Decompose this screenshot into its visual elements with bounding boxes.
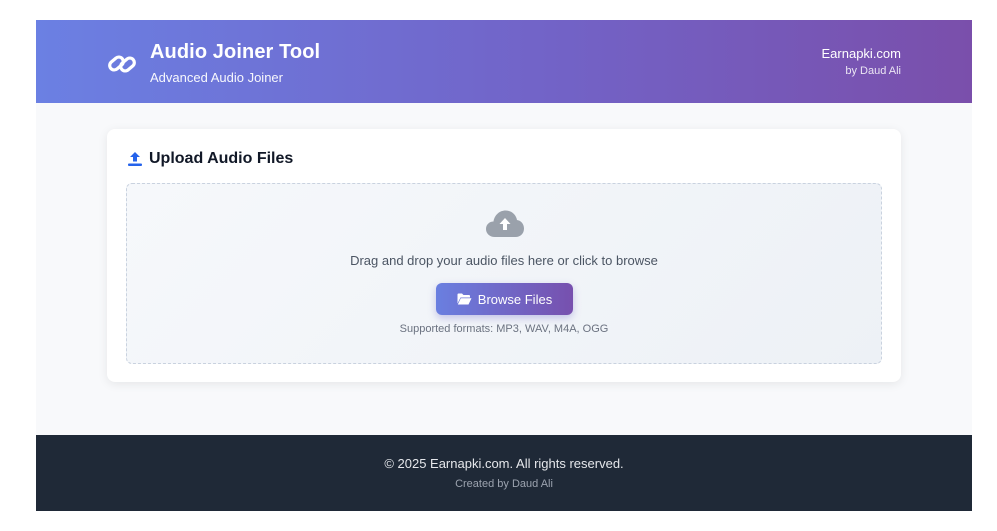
browse-files-button[interactable]: Browse Files	[436, 283, 573, 315]
supported-formats: Supported formats: MP3, WAV, M4A, OGG	[399, 323, 609, 335]
app-frame: Audio Joiner Tool Advanced Audio Joiner …	[36, 20, 972, 511]
drop-zone[interactable]: Drag and drop your audio files here or c…	[126, 183, 882, 364]
drop-instructions: Drag and drop your audio files here or c…	[350, 253, 658, 268]
app-header: Audio Joiner Tool Advanced Audio Joiner …	[36, 20, 972, 103]
brand: Audio Joiner Tool Advanced Audio Joiner	[106, 40, 320, 87]
folder-open-icon	[457, 293, 472, 305]
app-subtitle: Advanced Audio Joiner	[150, 70, 283, 85]
author-info: Earnapki.com by Daud Ali	[822, 46, 901, 79]
upload-card-header: Upload Audio Files	[127, 150, 293, 168]
browse-files-label: Browse Files	[477, 291, 553, 307]
upload-title: Upload Audio Files	[149, 150, 294, 167]
created-by-text: Created by Daud Ali	[455, 478, 553, 490]
copyright-text: © 2025 Earnapki.com. All rights reserved…	[384, 456, 624, 471]
app-footer: © 2025 Earnapki.com. All rights reserved…	[36, 435, 972, 511]
upload-card: Upload Audio Files Drag and drop your au…	[107, 129, 901, 382]
author-name: by Daud Ali	[845, 65, 901, 77]
site-name: Earnapki.com	[821, 46, 901, 61]
cloud-upload-icon	[485, 209, 525, 239]
upload-icon	[127, 151, 143, 167]
app-title: Audio Joiner Tool	[150, 41, 321, 63]
link-icon	[106, 48, 138, 80]
